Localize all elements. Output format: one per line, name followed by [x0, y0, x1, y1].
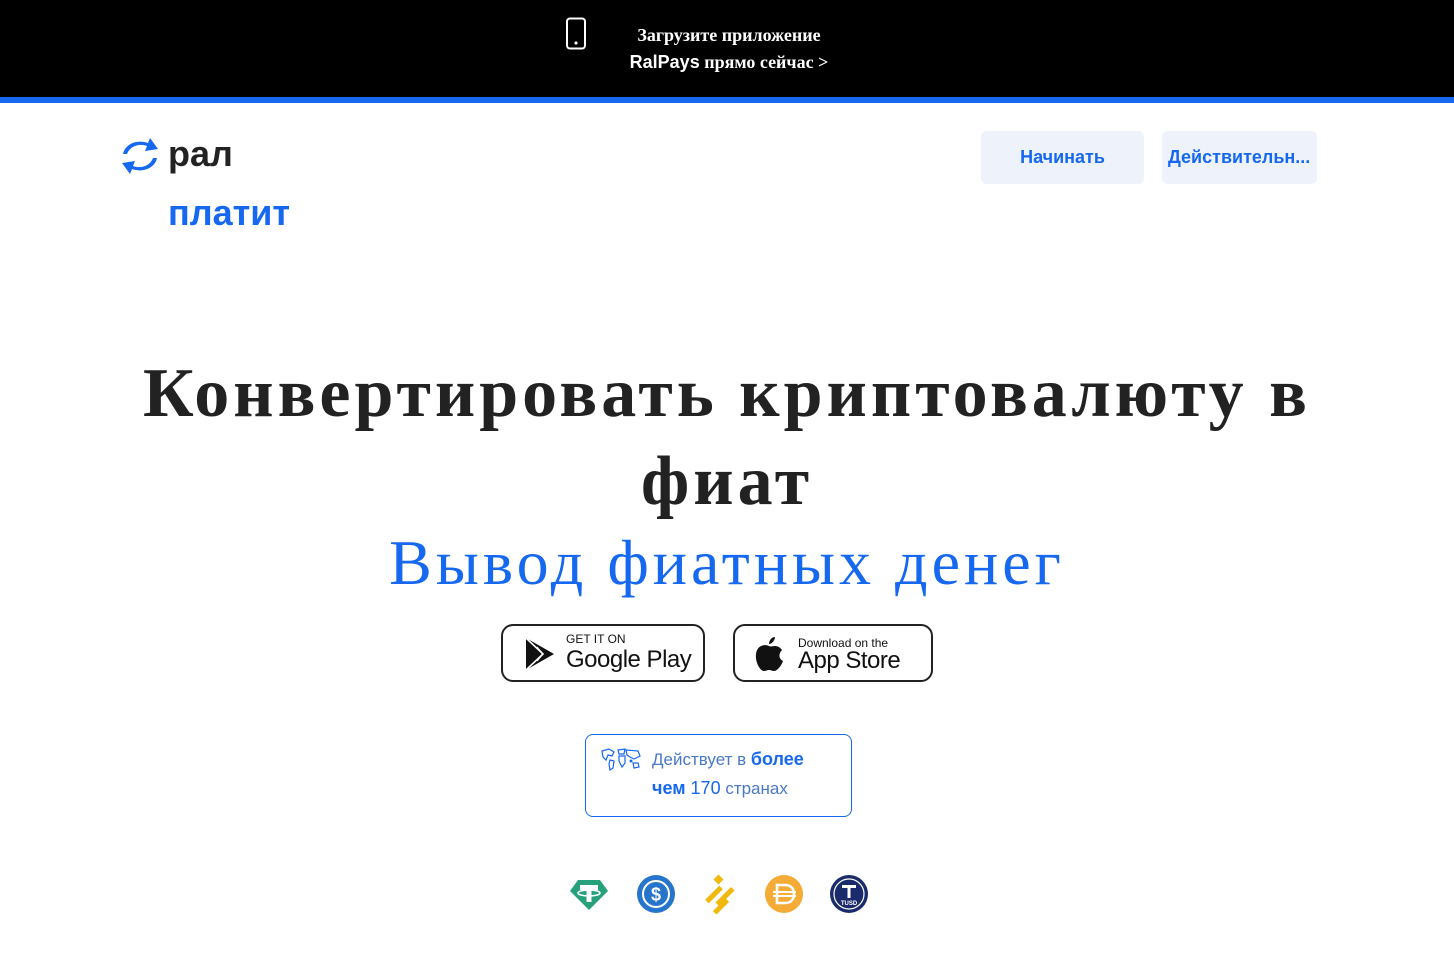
banner-link[interactable]: RalPays прямо сейчас > [600, 52, 858, 73]
countries-text-line2: чем 170 странах [652, 778, 788, 799]
hero-subtitle: Вывод фиатных денег [389, 527, 1065, 598]
binance-icon [705, 874, 735, 914]
app-store-button[interactable]: Download on the App Store [733, 624, 933, 682]
app-download-banner[interactable]: Загрузите приложение RalPays прямо сейча… [0, 0, 1454, 97]
verify-button-label: Действительн... [1168, 147, 1311, 167]
banner-link-text: прямо сейчас > [699, 52, 829, 72]
start-button[interactable]: Начинать [981, 131, 1144, 184]
logo-text-ral[interactable]: рал [168, 134, 233, 174]
world-map-icon [601, 748, 641, 772]
banner-accent-line [0, 97, 1454, 103]
countries-prefix: Действует в [652, 750, 751, 769]
svg-text:$: $ [651, 885, 661, 905]
google-play-big-text: Google Play [566, 646, 692, 673]
tether-icon [570, 880, 608, 910]
dai-icon [765, 875, 803, 913]
countries-bold2: чем [652, 778, 686, 798]
countries-bold1: более [750, 749, 804, 769]
banner-line-1: Загрузите приложение [637, 25, 821, 45]
countries-number: 170 [685, 778, 721, 798]
tusd-icon: TUSD [830, 875, 868, 913]
verify-button[interactable]: Действительн... [1162, 131, 1317, 184]
countries-badge: Действует в более чем 170 странах [585, 734, 852, 817]
app-store-big-text: App Store [798, 647, 901, 674]
tusd-label: TUSD [841, 901, 858, 907]
google-play-button[interactable]: GET IT ON Google Play [501, 624, 705, 682]
ralpays-logo-icon[interactable] [117, 136, 163, 176]
google-play-icon [525, 637, 554, 671]
countries-text-line1: Действует в более [652, 749, 804, 770]
countries-suffix: странах [720, 779, 788, 798]
usdc-icon: $ [637, 875, 675, 913]
logo-text-platit[interactable]: платит [168, 193, 290, 233]
banner-brand: RalPays [629, 52, 700, 72]
apple-icon [755, 637, 783, 671]
phone-icon [566, 17, 586, 50]
google-play-small-text: GET IT ON [566, 632, 626, 646]
hero-title: Конвертировать криптовалюту в фиат [143, 355, 1311, 520]
